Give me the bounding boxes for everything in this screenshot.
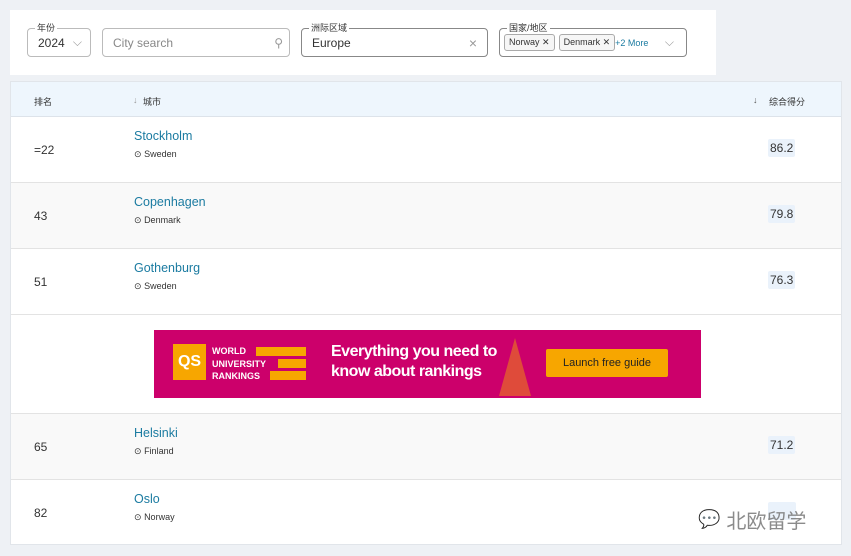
wechat-icon: 💬 bbox=[698, 509, 721, 529]
city-link[interactable]: Oslo bbox=[134, 492, 160, 506]
table-row: 43 Copenhagen ⊙ Denmark 79.8 bbox=[11, 183, 841, 249]
table-row: =22 Stockholm ⊙ Sweden 86.2 bbox=[11, 117, 841, 183]
watermark: 💬 北欧留学 bbox=[698, 509, 807, 533]
header-city[interactable]: 城市 bbox=[143, 95, 161, 108]
logo-bar bbox=[278, 359, 306, 368]
city-search-input[interactable]: City search ⚲ bbox=[102, 28, 290, 57]
location-pin-icon: ⊙ bbox=[134, 281, 142, 291]
sort-arrow-icon: ↓ bbox=[753, 95, 758, 105]
chevron-down-icon: ⌵ bbox=[72, 35, 82, 49]
location-pin-icon: ⊙ bbox=[134, 215, 142, 225]
qs-ad-banner[interactable]: QS WORLD UNIVERSITY RANKINGS Everything yo… bbox=[154, 330, 701, 398]
table-header: 排名 ↓ 城市 ↓ 综合得分 bbox=[11, 82, 841, 117]
location-pin-icon: ⊙ bbox=[134, 446, 142, 456]
city-link[interactable]: Stockholm bbox=[134, 129, 192, 143]
header-rank[interactable]: 排名 bbox=[34, 95, 52, 108]
chip-denmark[interactable]: Denmark ✕ bbox=[558, 34, 616, 51]
search-icon: ⚲ bbox=[274, 35, 283, 50]
city-link[interactable]: Gothenburg bbox=[134, 261, 200, 275]
table-row: 51 Gothenburg ⊙ Sweden 76.3 bbox=[11, 249, 841, 315]
location-pin-icon: ⊙ bbox=[134, 512, 142, 522]
rankings-table: 排名 ↓ 城市 ↓ 综合得分 =22 Stockholm ⊙ Sweden 86… bbox=[10, 81, 842, 545]
table-row: 65 Helsinki ⊙ Finland 71.2 bbox=[11, 414, 841, 480]
year-select[interactable]: 年份 2024 ⌵ bbox=[27, 21, 91, 57]
logo-bar bbox=[256, 347, 306, 356]
country-select[interactable]: 国家/地区 Norway ✕ Denmark ✕ +2 More ⌵ bbox=[499, 21, 687, 57]
score-badge: 76.3 bbox=[768, 271, 796, 289]
rocket-illustration bbox=[499, 338, 531, 396]
filter-panel: 年份 2024 ⌵ City search ⚲ 洲际区域 Europe × 国家… bbox=[10, 10, 716, 75]
region-select[interactable]: 洲际区域 Europe × bbox=[301, 21, 488, 57]
remove-icon[interactable]: ✕ bbox=[542, 37, 550, 47]
chevron-down-icon: ⌵ bbox=[664, 35, 674, 49]
header-score[interactable]: 综合得分 bbox=[769, 95, 805, 108]
score-badge: 71.2 bbox=[768, 436, 796, 454]
score-badge: 86.2 bbox=[768, 139, 796, 157]
location-pin-icon: ⊙ bbox=[134, 149, 142, 159]
ad-row: QS WORLD UNIVERSITY RANKINGS Everything yo… bbox=[11, 315, 841, 414]
qs-logo: QS bbox=[173, 344, 206, 380]
chip-norway[interactable]: Norway ✕ bbox=[504, 34, 555, 51]
sort-arrow-icon: ↓ bbox=[133, 95, 138, 105]
city-link[interactable]: Helsinki bbox=[134, 426, 178, 440]
score-badge: 79.8 bbox=[768, 205, 796, 223]
city-link[interactable]: Copenhagen bbox=[134, 195, 206, 209]
more-link[interactable]: +2 More bbox=[615, 38, 648, 48]
logo-bar bbox=[270, 371, 306, 380]
clear-icon[interactable]: × bbox=[469, 35, 477, 51]
launch-guide-button[interactable]: Launch free guide bbox=[546, 349, 668, 377]
remove-icon[interactable]: ✕ bbox=[603, 37, 611, 47]
